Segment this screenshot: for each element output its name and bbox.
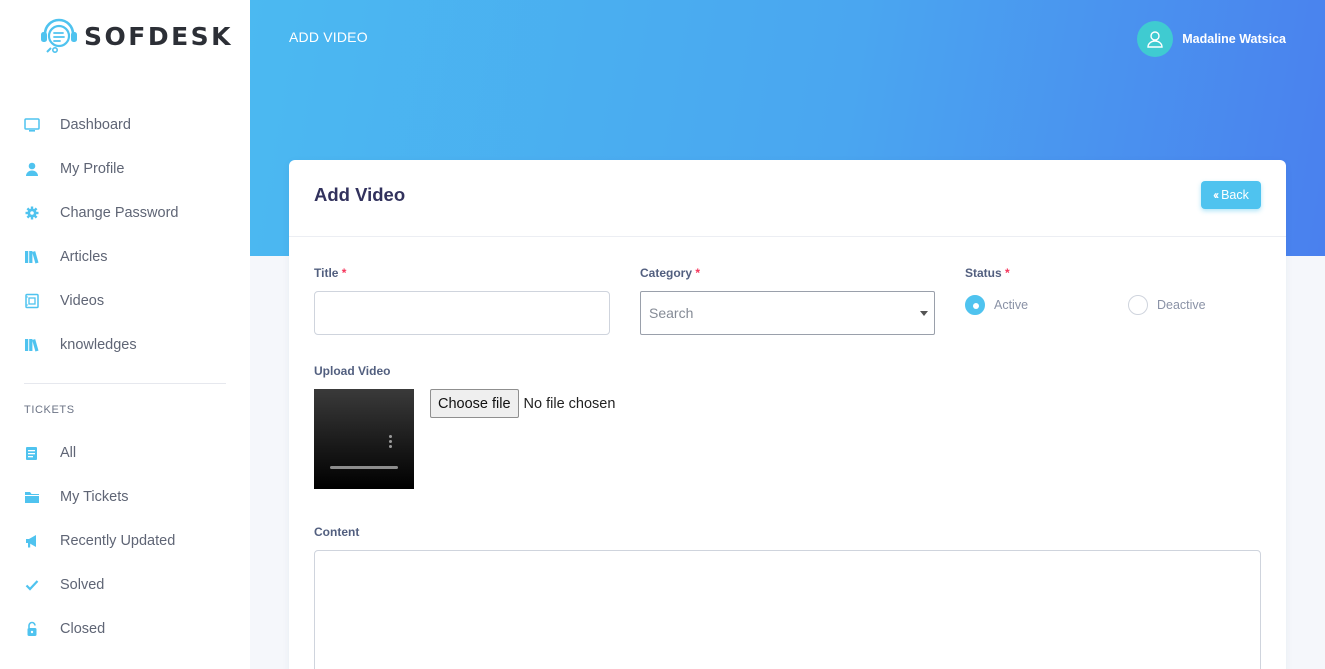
radio-unselected-icon: [1128, 295, 1148, 315]
books-icon: [24, 337, 40, 353]
category-placeholder: Search: [649, 305, 694, 321]
tickets-nav: All My Tickets Recently Updated Solved C…: [0, 431, 250, 651]
sidebar-item-knowledges[interactable]: knowledges: [0, 323, 250, 367]
user-icon: [24, 161, 40, 177]
required-mark: *: [1005, 266, 1010, 280]
back-button[interactable]: ‹‹ Back: [1201, 181, 1261, 209]
back-button-label: Back: [1221, 188, 1249, 202]
sidebar-item-my-profile[interactable]: My Profile: [0, 147, 250, 191]
video-preview[interactable]: [314, 389, 414, 489]
headset-chat-icon: [37, 14, 81, 58]
main-nav: Dashboard My Profile Change Password Art…: [0, 103, 250, 367]
brand-logo[interactable]: SOFDESK: [37, 14, 233, 58]
file-status: No file chosen: [523, 395, 616, 412]
sidebar-item-label: Closed: [60, 621, 106, 637]
user-outline-icon: [1147, 31, 1163, 48]
sidebar-item-closed[interactable]: Closed: [0, 607, 250, 651]
status-label-text: Status: [965, 266, 1002, 280]
brand-name: SOFDESK: [84, 21, 234, 51]
sidebar-item-all[interactable]: All: [0, 431, 250, 475]
category-label-text: Category: [640, 266, 693, 280]
sidebar-item-recently-updated[interactable]: Recently Updated: [0, 519, 250, 563]
status-option-label: Active: [994, 298, 1029, 312]
sidebar-item-label: Articles: [60, 249, 108, 265]
document-icon: [24, 445, 40, 461]
required-mark: *: [341, 266, 347, 280]
sidebar-item-articles[interactable]: Articles: [0, 235, 250, 279]
sidebar-item-label: Solved: [60, 577, 105, 593]
sidebar-item-change-password[interactable]: Change Password: [0, 191, 250, 235]
caret-down-icon: [920, 311, 928, 316]
radio-selected-icon: [965, 295, 985, 315]
sidebar-item-solved[interactable]: Solved: [0, 563, 250, 607]
sidebar-item-videos[interactable]: Videos: [0, 279, 250, 323]
upload-video-label: Upload Video: [314, 364, 391, 378]
sidebar-item-dashboard[interactable]: Dashboard: [0, 103, 250, 147]
avatar: [1137, 21, 1174, 57]
choose-file-button[interactable]: Choose file: [430, 389, 519, 418]
card-header: Add Video ‹‹ Back: [289, 160, 1286, 237]
sidebar-item-label: Dashboard: [60, 117, 131, 133]
sidebar-item-label: Change Password: [60, 205, 179, 221]
tickets-section-label: TICKETS: [24, 404, 75, 416]
status-radio-deactive[interactable]: Deactive: [1128, 295, 1206, 315]
more-options-icon[interactable]: [389, 435, 392, 450]
status-label: Status *: [965, 266, 1010, 280]
user-menu[interactable]: Madaline Watsica: [1137, 21, 1286, 57]
category-label: Category *: [640, 266, 700, 280]
required-mark: *: [695, 266, 701, 280]
sidebar-item-label: knowledges: [60, 337, 137, 353]
books-icon: [24, 249, 40, 265]
sidebar-item-my-tickets[interactable]: My Tickets: [0, 475, 250, 519]
lock-icon: [24, 621, 40, 637]
sidebar-item-label: Videos: [60, 293, 105, 309]
title-input[interactable]: [314, 291, 610, 335]
monitor-icon: [24, 117, 40, 133]
category-select[interactable]: Search: [640, 291, 935, 335]
content-textarea[interactable]: [314, 550, 1261, 669]
sidebar: SOFDESK Dashboard My Profile Change Pass…: [0, 0, 250, 669]
sidebar-item-label: Recently Updated: [60, 533, 176, 549]
title-label: Title *: [314, 266, 346, 280]
file-picker: Choose file No file chosen: [430, 389, 615, 418]
sidebar-item-label: My Profile: [60, 161, 125, 177]
add-video-card: Add Video ‹‹ Back Title * Category * Sea…: [289, 160, 1286, 669]
megaphone-icon: [24, 533, 40, 549]
page-title: ADD VIDEO: [289, 29, 368, 45]
gear-icon: [24, 205, 40, 221]
user-name: Madaline Watsica: [1182, 32, 1286, 46]
video-icon: [24, 293, 40, 309]
check-icon: [24, 577, 40, 593]
double-chevron-left-icon: ‹‹: [1213, 188, 1219, 202]
status-option-label: Deactive: [1157, 298, 1206, 312]
video-progress-bar[interactable]: [330, 466, 398, 469]
status-radio-active[interactable]: Active: [965, 295, 1028, 315]
sidebar-divider: [24, 383, 226, 384]
sidebar-item-label: My Tickets: [60, 489, 129, 505]
sidebar-item-label: All: [60, 445, 77, 461]
title-label-text: Title: [314, 266, 339, 280]
card-title: Add Video: [314, 184, 406, 205]
folder-icon: [24, 489, 40, 505]
content-label: Content: [314, 525, 360, 539]
